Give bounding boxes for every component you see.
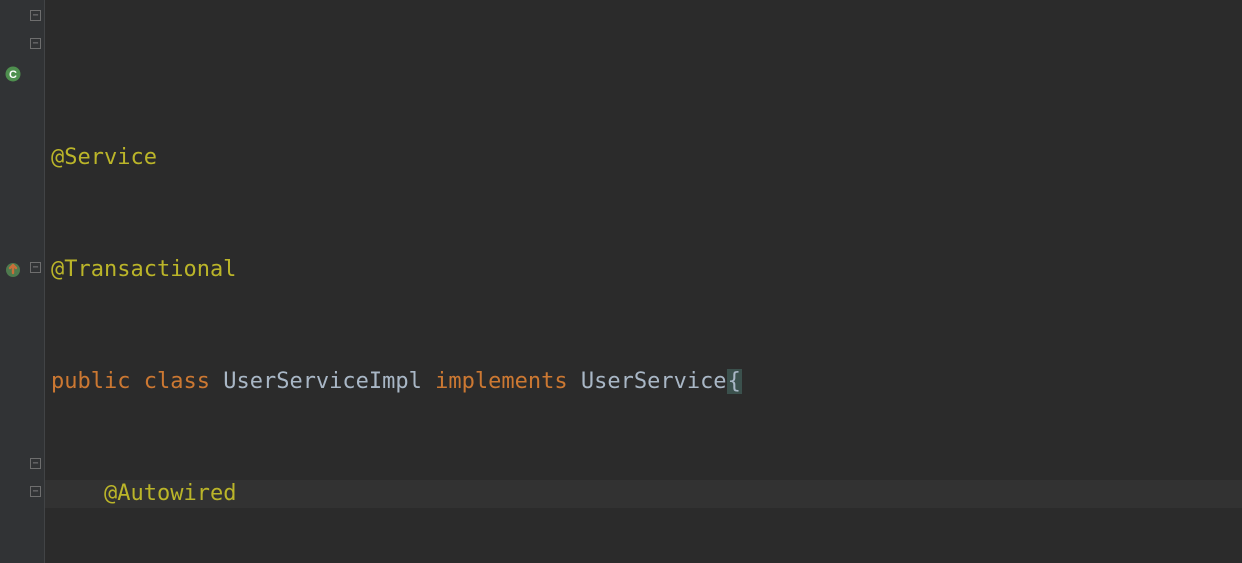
fold-toggle[interactable]: − bbox=[30, 38, 41, 49]
code-line[interactable]: @Service bbox=[51, 144, 1242, 172]
annotation: @Transactional bbox=[51, 257, 236, 282]
fold-toggle[interactable]: − bbox=[30, 262, 41, 273]
code-line[interactable]: @Autowired bbox=[51, 480, 1242, 508]
brace: { bbox=[727, 369, 742, 394]
keyword: class bbox=[144, 369, 210, 394]
class-name: UserServiceImpl bbox=[223, 369, 422, 394]
code-line[interactable]: @Transactional bbox=[51, 256, 1242, 284]
fold-column: − − − − − bbox=[28, 0, 45, 563]
fold-toggle[interactable]: − bbox=[30, 486, 41, 497]
annotation: @Service bbox=[51, 145, 157, 170]
gutter: C bbox=[0, 0, 28, 563]
keyword: public bbox=[51, 369, 130, 394]
fold-toggle[interactable]: − bbox=[30, 10, 41, 21]
class-gutter-icon[interactable]: C bbox=[4, 64, 22, 82]
code-editor[interactable]: C − − − − − @Service @Transactional publ… bbox=[0, 0, 1242, 563]
fold-toggle[interactable]: − bbox=[30, 458, 41, 469]
keyword: implements bbox=[435, 369, 567, 394]
code-area[interactable]: @Service @Transactional public class Use… bbox=[45, 0, 1242, 563]
interface-name: UserService bbox=[581, 369, 727, 394]
svg-text:C: C bbox=[9, 69, 17, 81]
code-line[interactable]: public class UserServiceImpl implements … bbox=[51, 368, 1242, 396]
annotation: @Autowired bbox=[104, 481, 236, 506]
override-gutter-icon[interactable] bbox=[4, 260, 22, 278]
